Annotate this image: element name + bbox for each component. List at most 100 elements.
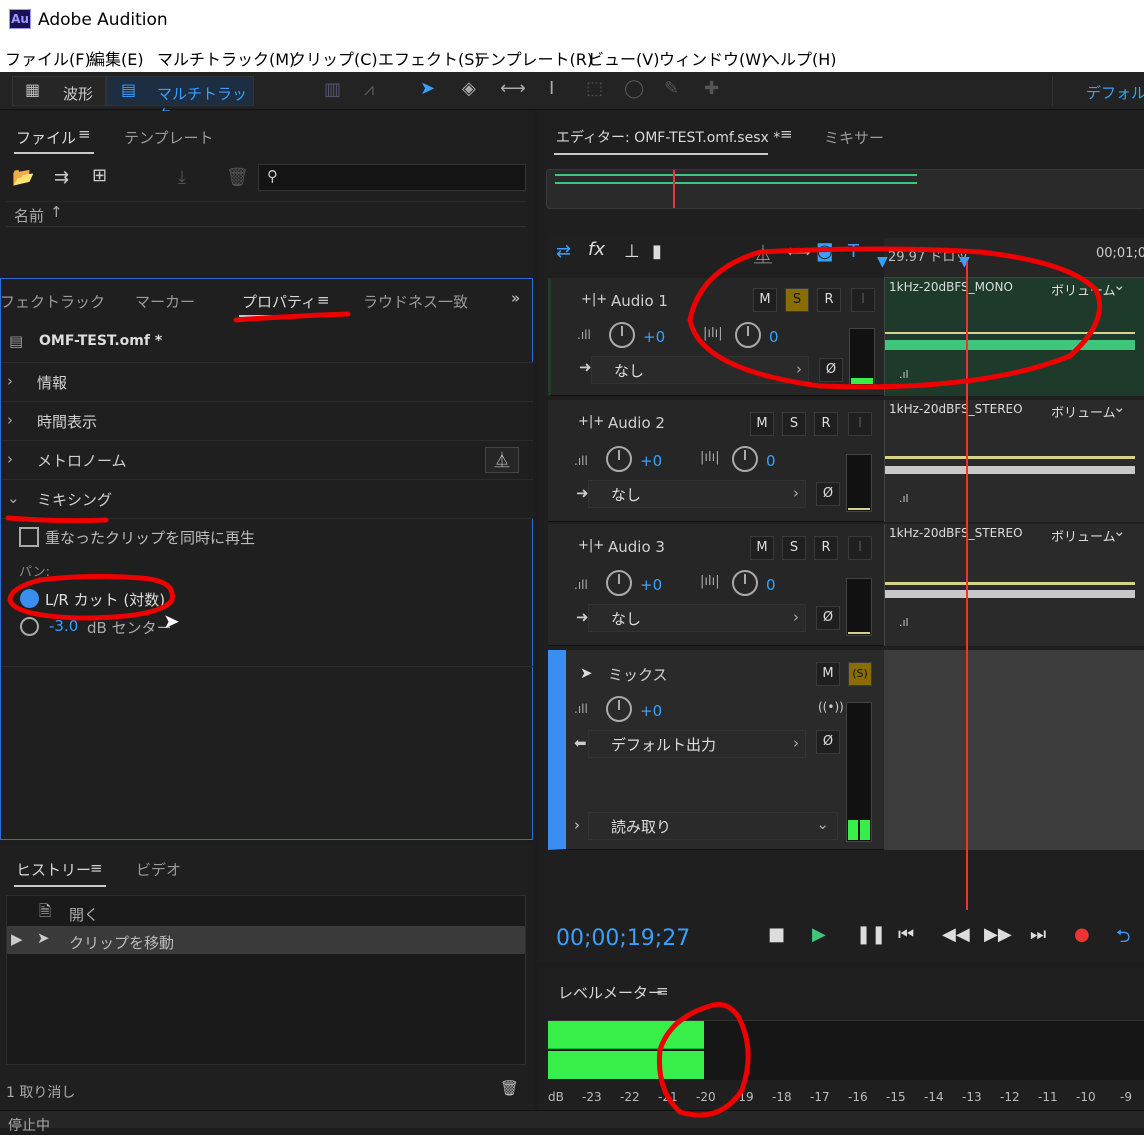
pan-value[interactable]: 0 — [766, 452, 776, 470]
history-menu-icon[interactable]: ≡ — [90, 859, 103, 877]
menu-edit[interactable]: 編集(E) — [89, 46, 144, 70]
fast-forward-icon[interactable]: ▶▶ — [984, 924, 1012, 945]
mute-button[interactable]: M — [750, 412, 774, 436]
pan-knob[interactable] — [735, 322, 761, 348]
chevron-down-icon[interactable]: ⌄ — [1113, 398, 1126, 416]
volume-value[interactable]: +0 — [640, 576, 662, 594]
spectral-view-icon[interactable]: ▥ — [324, 79, 341, 100]
track-name[interactable]: Audio 3 — [608, 538, 665, 556]
current-time-display[interactable]: 00;00;19;27 — [556, 926, 690, 951]
stop-icon[interactable]: ■ — [768, 924, 785, 945]
phase-invert-button[interactable]: Ø — [816, 606, 840, 630]
solo-button[interactable]: S — [785, 288, 809, 312]
pause-icon[interactable]: ❚❚ — [856, 924, 886, 945]
menu-window[interactable]: ウィンドウ(W) — [659, 46, 767, 70]
loop-start-marker-icon[interactable]: ▼ — [877, 254, 888, 270]
move-tool-icon[interactable]: ➤ — [420, 78, 435, 99]
eq-icon[interactable]: ▮ — [652, 241, 662, 262]
insert-marker-icon[interactable]: T — [848, 241, 859, 262]
track-mix[interactable]: ➤ ミックス M (S) .ıll +0 ((•)) ⬅ デフォルト出力 › Ø … — [548, 650, 884, 850]
overview-navigator[interactable] — [546, 169, 1144, 209]
menu-help[interactable]: ヘルプ(H) — [764, 46, 837, 70]
chevron-down-icon[interactable]: ⌄ — [1113, 276, 1126, 294]
mute-button[interactable]: M — [753, 288, 777, 312]
workspace-default[interactable]: デフォルト — [1086, 82, 1144, 103]
go-to-start-icon[interactable]: ⏮ — [898, 924, 914, 945]
tab-loudness-match[interactable]: ラウドネス一致 — [363, 291, 468, 312]
overlap-checkbox[interactable] — [19, 527, 39, 547]
zoom-icon[interactable]: ⟺ — [786, 241, 812, 262]
playhead-marker-icon[interactable]: ▼ — [959, 254, 970, 270]
menu-multitrack[interactable]: マルチトラック(M) — [157, 46, 295, 70]
chevron-down-icon[interactable]: ⌄ — [1113, 522, 1126, 540]
monitor-input-button[interactable]: I — [848, 412, 872, 436]
files-panel-menu-icon[interactable]: ≡ — [78, 125, 91, 143]
history-item-open[interactable]: 🗎 開く — [7, 898, 525, 926]
insert-icon[interactable]: ⤓ — [178, 167, 186, 188]
level-meter-menu-icon[interactable]: ≡ — [656, 982, 669, 1000]
search-input[interactable]: ⚲ — [258, 164, 526, 191]
track-name[interactable]: ミックス — [608, 664, 668, 685]
broadcast-icon[interactable]: ((•)) — [818, 700, 844, 714]
editor-menu-icon[interactable]: ≡ — [780, 125, 793, 143]
track-audio-1[interactable]: +|+ Audio 1 M S R I .ıll +0 |ılı| 0 ➜ なし… — [548, 278, 884, 396]
effects-fx-icon[interactable]: fx — [588, 239, 605, 260]
timeline-ruler[interactable]: 29.97 ドロッ 00;01;0 ▼ ▼ — [877, 238, 1144, 278]
tab-mixer[interactable]: ミキサー — [824, 127, 884, 148]
volume-knob[interactable] — [606, 696, 632, 722]
input-select[interactable]: なし › — [588, 604, 806, 632]
output-select[interactable]: デフォルト出力 › — [588, 730, 806, 758]
tab-markers[interactable]: マーカー — [135, 291, 195, 312]
slip-tool-icon[interactable]: ⟷ — [500, 78, 526, 99]
tab-templates[interactable]: テンプレート — [124, 127, 214, 148]
record-arm-button[interactable]: R — [817, 288, 841, 312]
track-name[interactable]: Audio 1 — [611, 292, 668, 310]
volume-knob[interactable] — [609, 322, 635, 348]
time-selection-tool-icon[interactable]: I — [549, 78, 554, 99]
multitrack-view-button[interactable]: ▤ マルチトラック — [106, 76, 254, 124]
metronome-icon[interactable]: ⏅ — [485, 447, 519, 473]
track-audio-2[interactable]: +|+ Audio 2 M S R I .ıll +0 |ılı| 0 ➜ なし… — [548, 400, 884, 522]
chevron-right-icon[interactable]: › — [574, 816, 580, 834]
volume-knob[interactable] — [606, 570, 632, 596]
trash-icon[interactable]: 🗑 — [500, 1079, 519, 1097]
tab-editor[interactable]: エディター: OMF-TEST.omf.sesx * — [556, 127, 780, 147]
phase-invert-button[interactable]: Ø — [816, 482, 840, 506]
pan-knob[interactable] — [732, 446, 758, 472]
solo-button[interactable]: S — [782, 412, 806, 436]
inputs-outputs-icon[interactable]: ⇄ — [556, 241, 571, 262]
razor-tool-icon[interactable]: ◈ — [462, 78, 476, 99]
mute-button[interactable]: M — [816, 662, 840, 686]
record-arm-button[interactable]: R — [814, 536, 838, 560]
snap-icon[interactable]: ◙ — [816, 241, 833, 262]
input-select[interactable]: なし › — [591, 356, 809, 384]
menu-file[interactable]: ファイル(F) — [5, 46, 91, 70]
volume-knob[interactable] — [606, 446, 632, 472]
pan-radio-center[interactable] — [20, 617, 39, 636]
mute-button[interactable]: M — [750, 536, 774, 560]
track-audio-3[interactable]: +|+ Audio 3 M S R I .ıll +0 |ılı| 0 ➜ なし… — [548, 524, 884, 646]
phase-invert-button[interactable]: Ø — [819, 358, 843, 382]
pan-knob[interactable] — [732, 570, 758, 596]
tab-properties[interactable]: プロパティ — [242, 291, 316, 312]
waveform-view-button[interactable]: ▦ 波形 — [12, 76, 106, 106]
record-icon[interactable]: ● — [1074, 924, 1090, 945]
menu-templates[interactable]: テンプレート(R) — [474, 46, 593, 70]
tab-files[interactable]: ファイル — [16, 127, 76, 148]
phase-invert-button[interactable]: Ø — [816, 730, 840, 754]
volume-value[interactable]: +0 — [643, 328, 665, 346]
go-to-end-icon[interactable]: ⏭ — [1030, 924, 1046, 945]
play-icon[interactable]: ▶ — [812, 924, 826, 945]
menu-clip[interactable]: クリップ(C) — [290, 46, 378, 70]
menu-view[interactable]: ビュー(V) — [588, 46, 659, 70]
sends-icon[interactable]: ⊥ — [624, 241, 640, 262]
column-name[interactable]: 名前 — [14, 205, 44, 226]
clip-audio-3[interactable]: 1kHz-20dBFS_STEREO ボリューム ⌄ .ıl — [884, 522, 1144, 646]
metronome-toggle-icon[interactable]: ⏅ — [754, 241, 772, 267]
history-item-move-clip[interactable]: ▶ ➤ クリップを移動 — [7, 926, 525, 954]
solo-button[interactable]: (S) — [848, 662, 872, 686]
properties-menu-icon[interactable]: ≡ — [317, 291, 330, 309]
pitch-view-icon[interactable]: ⩘ — [364, 79, 374, 100]
rewind-icon[interactable]: ◀◀ — [942, 924, 970, 945]
lasso-tool-icon[interactable]: ◯ — [624, 78, 644, 99]
